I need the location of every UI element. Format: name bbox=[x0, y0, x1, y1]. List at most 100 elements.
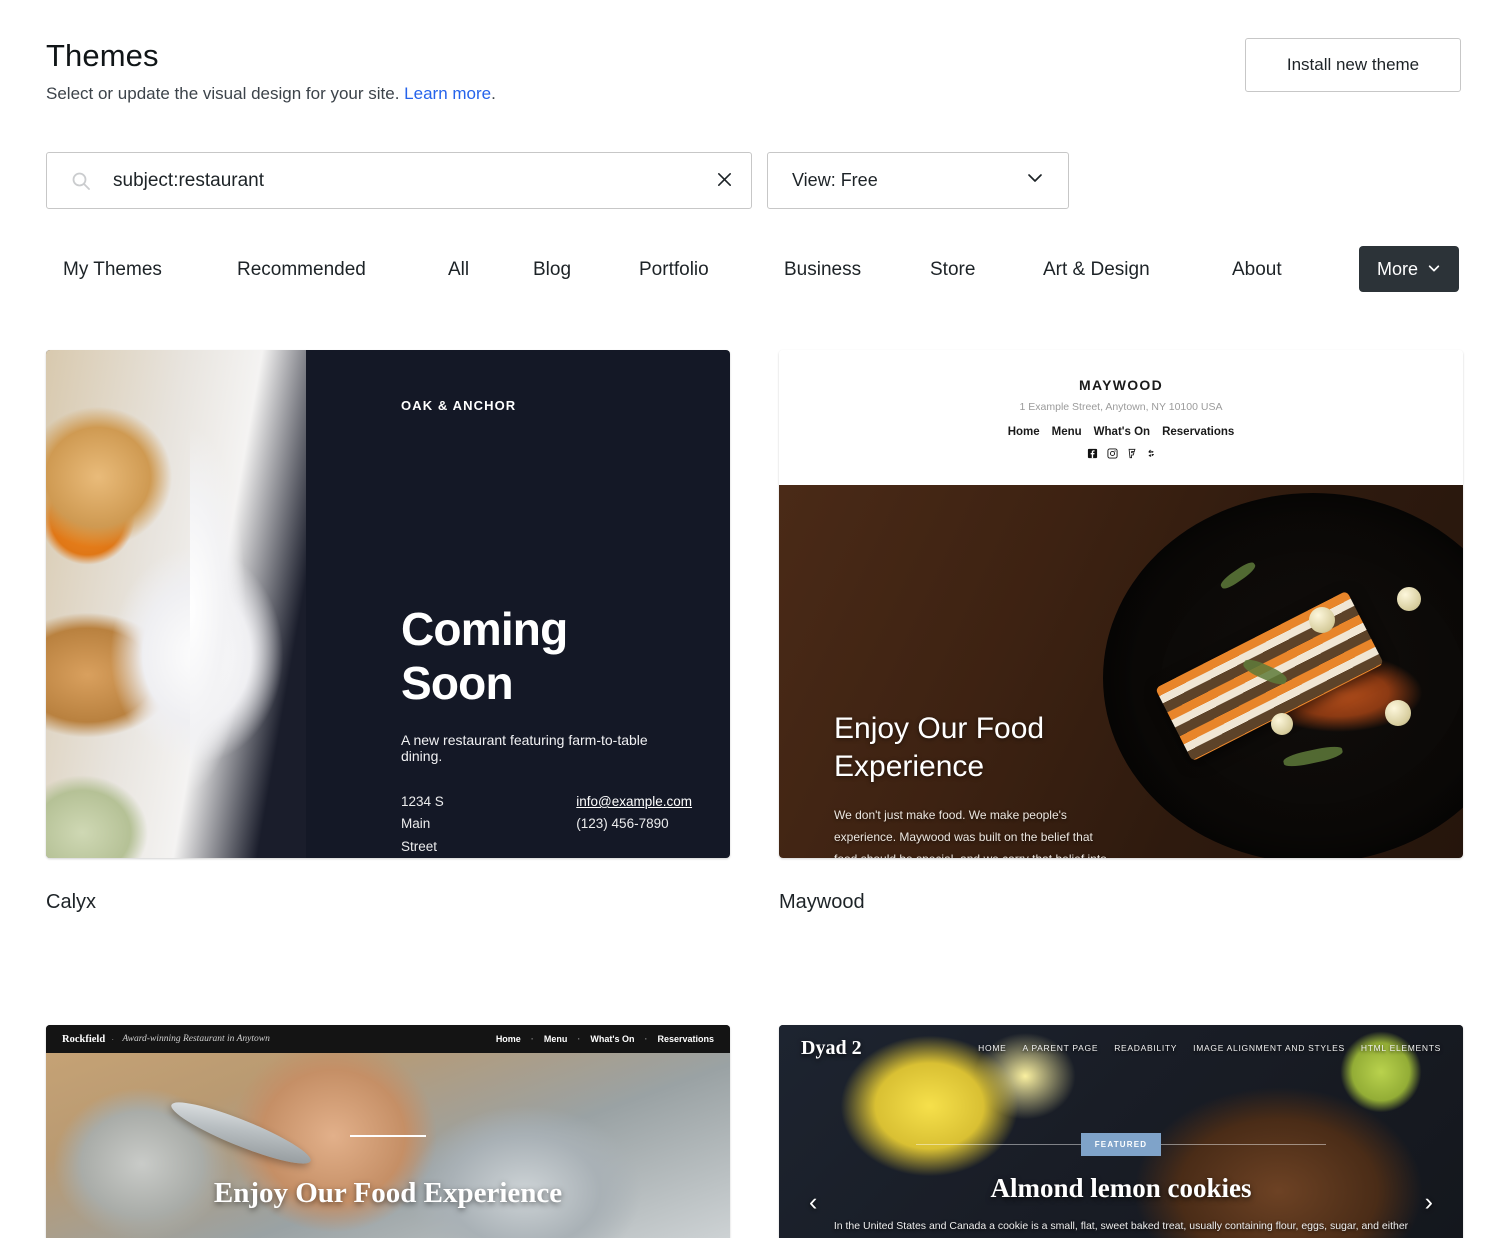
rockfield-site-header: Rockfield · Award-winning Restaurant in … bbox=[46, 1025, 730, 1053]
chevron-left-icon[interactable]: ‹ bbox=[809, 1188, 817, 1217]
rockfield-nav: Home · Menu · What's On · Reservations bbox=[496, 1034, 714, 1044]
maywood-address: 1 Example Street, Anytown, NY 10100 USA bbox=[1019, 401, 1223, 413]
dyad2-nav-image-alignment-and-styles[interactable]: IMAGE ALIGNMENT AND STYLES bbox=[1193, 1043, 1345, 1053]
tab-my-themes[interactable]: My Themes bbox=[63, 246, 162, 294]
divider-right bbox=[1161, 1144, 1327, 1145]
theme-card-dyad2[interactable]: Dyad 2 HOME A PARENT PAGE READABILITY IM… bbox=[779, 1025, 1463, 1238]
rockfield-nav-whats-on[interactable]: What's On bbox=[590, 1034, 634, 1044]
rockfield-nav-home[interactable]: Home bbox=[496, 1034, 521, 1044]
calyx-heading: Coming Soon bbox=[401, 603, 568, 709]
more-tabs-label: More bbox=[1376, 258, 1418, 279]
maywood-hero-content: Enjoy Our Food Experience We don't just … bbox=[834, 710, 1116, 858]
clear-search-button[interactable] bbox=[697, 153, 751, 208]
divider-left bbox=[915, 1144, 1081, 1145]
dyad2-brand: Dyad 2 bbox=[801, 1036, 862, 1059]
maywood-social-links bbox=[779, 446, 1463, 464]
tab-portfolio[interactable]: Portfolio bbox=[639, 246, 709, 294]
calyx-hero-photo bbox=[46, 350, 310, 858]
rockfield-nav-sep: · bbox=[530, 1034, 534, 1044]
maywood-garnish bbox=[1397, 587, 1421, 611]
view-filter-value: View: Free bbox=[792, 170, 878, 190]
maywood-garnish bbox=[1385, 700, 1411, 726]
maywood-body: We don't just make food. We make people'… bbox=[834, 807, 1107, 858]
theme-name-maywood[interactable]: Maywood bbox=[779, 891, 1463, 914]
rockfield-separator: · bbox=[111, 1033, 115, 1045]
maywood-heading: Enjoy Our Food Experience bbox=[834, 712, 1045, 784]
rockfield-hero-photo bbox=[46, 1053, 730, 1238]
rockfield-nav-sep: · bbox=[644, 1034, 648, 1044]
maywood-nav-whats-on[interactable]: What's On bbox=[1094, 426, 1150, 438]
calyx-address-line1: 1234 S Main Street bbox=[401, 794, 444, 854]
calyx-contact: 1234 S Main Street Townsville, MA, 01010… bbox=[401, 791, 692, 858]
calyx-hero-content: Coming Soon A new restaurant featuring f… bbox=[401, 602, 692, 858]
theme-category-tabs: My Themes Recommended All Blog Portfolio… bbox=[46, 246, 1459, 294]
dyad2-heading: Almond lemon cookies bbox=[990, 1173, 1252, 1203]
dyad2-slide-content: FEATURED Almond lemon cookies In the Uni… bbox=[779, 1133, 1463, 1238]
chevron-right-icon[interactable]: › bbox=[1425, 1188, 1433, 1217]
theme-thumbnail-dyad2[interactable]: Dyad 2 HOME A PARENT PAGE READABILITY IM… bbox=[779, 1025, 1463, 1238]
tab-business[interactable]: Business bbox=[784, 246, 861, 294]
dyad2-nav-readability[interactable]: READABILITY bbox=[1114, 1043, 1177, 1053]
dyad2-nav-a-parent-page[interactable]: A PARENT PAGE bbox=[1022, 1043, 1098, 1053]
theme-name-calyx[interactable]: Calyx bbox=[46, 891, 730, 914]
search-box[interactable] bbox=[46, 152, 752, 209]
calyx-phone: (123) 456-7890 bbox=[576, 816, 669, 832]
maywood-hero: Enjoy Our Food Experience We don't just … bbox=[779, 485, 1463, 858]
tab-recommended[interactable]: Recommended bbox=[237, 246, 366, 294]
theme-thumbnail-calyx[interactable]: OAK & ANCHOR Coming Soon A new restauran… bbox=[46, 350, 730, 858]
tab-store[interactable]: Store bbox=[930, 246, 975, 294]
calyx-brand: OAK & ANCHOR bbox=[401, 398, 517, 413]
dyad2-site-header: Dyad 2 HOME A PARENT PAGE READABILITY IM… bbox=[779, 1025, 1463, 1071]
dyad2-featured-badge: FEATURED bbox=[1080, 1133, 1162, 1156]
search-icon bbox=[71, 171, 91, 191]
maywood-garnish bbox=[1309, 607, 1335, 633]
rockfield-heading: Enjoy Our Food Experience bbox=[213, 1177, 563, 1209]
maywood-nav: Home Menu What's On Reservations bbox=[779, 426, 1463, 438]
rockfield-brand: Rockfield bbox=[62, 1033, 106, 1045]
dyad2-nav-home[interactable]: HOME bbox=[978, 1043, 1006, 1053]
page-subtitle: Select or update the visual design for y… bbox=[46, 84, 496, 104]
rockfield-nav-menu[interactable]: Menu bbox=[544, 1034, 568, 1044]
rockfield-tagline: Award-winning Restaurant in Anytown bbox=[122, 1034, 270, 1044]
view-filter-select[interactable]: View: Free bbox=[767, 152, 1069, 209]
page-title: Themes bbox=[46, 38, 159, 73]
more-tabs-button[interactable]: More bbox=[1358, 246, 1459, 292]
themes-page: Themes Select or update the visual desig… bbox=[0, 0, 1505, 1238]
maywood-nav-reservations[interactable]: Reservations bbox=[1162, 426, 1234, 438]
rockfield-nav-reservations[interactable]: Reservations bbox=[657, 1034, 714, 1044]
chevron-down-icon bbox=[1427, 259, 1441, 280]
maywood-site-header: MAYWOOD 1 Example Street, Anytown, NY 10… bbox=[779, 350, 1463, 485]
tab-blog[interactable]: Blog bbox=[533, 246, 571, 294]
learn-more-link[interactable]: Learn more bbox=[404, 84, 491, 103]
install-new-theme-button[interactable]: Install new theme bbox=[1245, 38, 1461, 92]
tab-art-and-design[interactable]: Art & Design bbox=[1043, 246, 1150, 294]
tab-all[interactable]: All bbox=[448, 246, 469, 294]
calyx-email-link[interactable]: info@example.com bbox=[576, 794, 692, 809]
rockfield-divider bbox=[350, 1135, 426, 1137]
maywood-nav-home[interactable]: Home bbox=[1008, 426, 1040, 438]
subtitle-period: . bbox=[491, 84, 496, 103]
theme-card-maywood[interactable]: MAYWOOD 1 Example Street, Anytown, NY 10… bbox=[779, 350, 1463, 914]
maywood-site-title: MAYWOOD bbox=[1078, 377, 1164, 393]
foursquare-icon[interactable] bbox=[1127, 446, 1137, 464]
page-subtitle-text: Select or update the visual design for y… bbox=[46, 84, 400, 103]
instagram-icon[interactable] bbox=[1106, 446, 1118, 464]
calyx-address: 1234 S Main Street Townsville, MA, 01010 bbox=[401, 791, 466, 858]
dyad2-nav: HOME A PARENT PAGE READABILITY IMAGE ALI… bbox=[978, 1043, 1441, 1053]
dyad2-body: In the United States and Canada a cookie… bbox=[833, 1220, 1409, 1232]
maywood-garnish bbox=[1271, 713, 1293, 735]
dyad2-nav-html-elements[interactable]: HTML ELEMENTS bbox=[1361, 1043, 1441, 1053]
close-icon bbox=[715, 170, 734, 192]
theme-thumbnail-rockfield[interactable]: Rockfield · Award-winning Restaurant in … bbox=[46, 1025, 730, 1238]
rockfield-nav-sep: · bbox=[577, 1034, 581, 1044]
search-input[interactable] bbox=[113, 169, 697, 192]
facebook-icon[interactable] bbox=[1087, 446, 1098, 464]
maywood-nav-menu[interactable]: Menu bbox=[1052, 426, 1082, 438]
tab-about[interactable]: About bbox=[1232, 246, 1282, 294]
calyx-contact-details: info@example.com (123) 456-7890 bbox=[576, 791, 692, 858]
yelp-icon[interactable] bbox=[1146, 446, 1156, 464]
theme-card-rockfield[interactable]: Rockfield · Award-winning Restaurant in … bbox=[46, 1025, 730, 1238]
calyx-tagline: A new restaurant featuring farm-to-table… bbox=[401, 732, 648, 764]
theme-card-calyx[interactable]: OAK & ANCHOR Coming Soon A new restauran… bbox=[46, 350, 730, 914]
theme-thumbnail-maywood[interactable]: MAYWOOD 1 Example Street, Anytown, NY 10… bbox=[779, 350, 1463, 858]
